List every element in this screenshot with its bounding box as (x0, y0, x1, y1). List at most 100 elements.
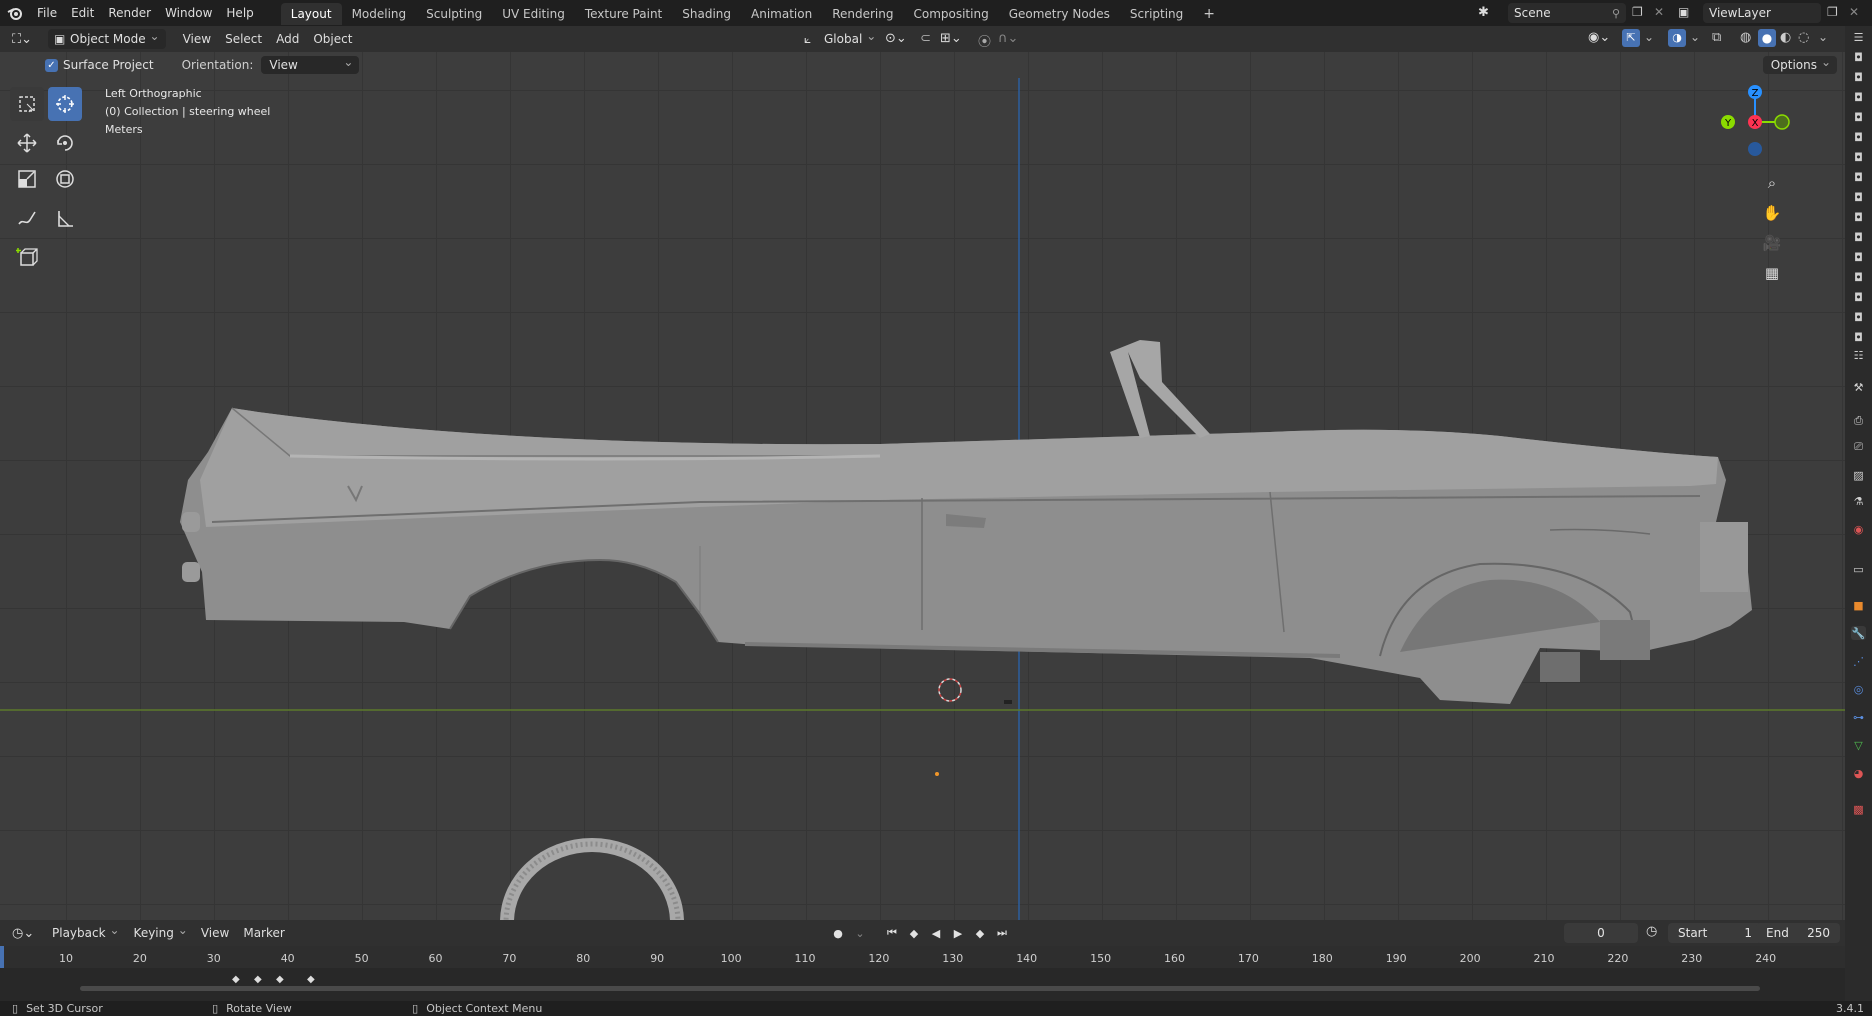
mode-dropdown[interactable]: ▣ Object Mode (48, 26, 166, 49)
frame-ruler[interactable] (0, 946, 1845, 968)
jump-start-icon[interactable]: ⏮ (882, 923, 902, 943)
editor-type-icon[interactable]: ⛶⌄ (12, 32, 40, 47)
object-tab-icon[interactable]: ■ (1851, 598, 1866, 612)
add-workspace-button[interactable]: + (1193, 3, 1225, 25)
pan-hand-icon[interactable]: ✋ (1759, 200, 1785, 226)
tab-rendering[interactable]: Rendering (822, 3, 903, 25)
menu-object[interactable]: Object (306, 29, 359, 49)
gizmo-dropdown-icon[interactable]: ⌄ (1644, 30, 1654, 44)
overlays-toggle-icon[interactable]: ◑ (1668, 29, 1686, 47)
rendered-shading-icon[interactable]: ◌ (1798, 30, 1809, 45)
modifier-tab-icon[interactable]: 🔧 (1851, 626, 1866, 640)
keyframe-diamond[interactable]: ◆ (276, 974, 284, 985)
keyframe-diamond[interactable]: ◆ (307, 974, 315, 985)
remove-scene-icon[interactable]: ✕ (1654, 5, 1664, 19)
visibility-icon[interactable]: ◉⌄ (1588, 30, 1610, 45)
menu-file[interactable]: File (30, 0, 64, 26)
material-tab-icon[interactable]: ◕ (1851, 766, 1866, 780)
menu-view[interactable]: View (176, 29, 218, 49)
menu-select[interactable]: Select (218, 29, 269, 49)
prev-keyframe-icon[interactable]: ◆ (904, 923, 924, 943)
view-layer-icon[interactable]: ▣ (1678, 5, 1689, 19)
menu-render[interactable]: Render (101, 0, 158, 26)
tab-texture-paint[interactable]: Texture Paint (575, 3, 672, 25)
playback-menu[interactable]: Playback (44, 920, 126, 943)
end-frame-field[interactable]: End 250 (1756, 923, 1840, 943)
timeline-editor-icon[interactable]: ◷⌄ (12, 926, 40, 941)
proportional-edit-icon[interactable]: ⦿ (978, 31, 991, 50)
pivot-point-icon[interactable]: ⊙⌄ (885, 31, 907, 46)
physics-tab-icon[interactable]: ◎ (1851, 682, 1866, 696)
tire-model[interactable] (500, 838, 684, 920)
tab-modeling[interactable]: Modeling (342, 3, 417, 25)
scene-tab-icon[interactable]: ⚗ (1851, 494, 1866, 508)
keying-set-dropdown-icon[interactable]: ⌄ (850, 923, 870, 943)
tab-shading[interactable]: Shading (672, 3, 741, 25)
material-shading-icon[interactable]: ◐ (1780, 30, 1791, 45)
menu-window[interactable]: Window (158, 0, 219, 26)
properties-toggle-icon[interactable]: ☷ (1851, 348, 1866, 362)
tab-uv-editing[interactable]: UV Editing (492, 3, 575, 25)
keyframe-diamond[interactable]: ◆ (232, 974, 240, 985)
preview-range-icon[interactable]: ◷ (1646, 924, 1657, 939)
tab-scripting[interactable]: Scripting (1120, 3, 1193, 25)
blender-logo-icon[interactable] (0, 0, 30, 26)
pin-icon[interactable]: ⚲ (1612, 7, 1620, 20)
transform-orientation-dropdown[interactable]: ⟀ Global (800, 26, 882, 49)
camera-icon[interactable]: ◘ (1851, 250, 1866, 264)
car-model[interactable] (180, 340, 1752, 704)
view-layer-tab-icon[interactable]: ▨ (1851, 468, 1866, 482)
menu-help[interactable]: Help (219, 0, 260, 26)
zoom-icon[interactable]: ⌕ (1759, 170, 1785, 196)
texture-tab-icon[interactable]: ▩ (1851, 802, 1866, 816)
world-tab-icon[interactable]: ◉ (1851, 522, 1866, 536)
falloff-icon[interactable]: ∩⌄ (998, 31, 1018, 46)
tab-animation[interactable]: Animation (741, 3, 822, 25)
play-icon[interactable]: ▶ (948, 923, 968, 943)
snap-icon[interactable]: ⊂ (920, 31, 931, 46)
output-tab-icon[interactable]: ⎚ (1851, 440, 1866, 454)
keyframe-diamond[interactable]: ◆ (254, 974, 262, 985)
overlays-dropdown-icon[interactable]: ⌄ (1690, 30, 1700, 44)
camera-icon[interactable]: ◘ (1851, 150, 1866, 164)
outliner-icon[interactable]: ☰ (1851, 30, 1866, 44)
camera-icon[interactable]: ◘ (1851, 50, 1866, 64)
camera-icon[interactable]: ◘ (1851, 110, 1866, 124)
3d-cursor[interactable] (938, 678, 962, 702)
solid-shading-icon[interactable]: ● (1758, 29, 1776, 47)
new-view-layer-icon[interactable]: ❐ (1827, 5, 1838, 19)
start-frame-field[interactable]: Start 1 (1668, 923, 1762, 943)
camera-icon[interactable]: ◘ (1851, 310, 1866, 324)
tool-tab-icon[interactable]: ⚒ (1851, 380, 1866, 394)
wireframe-shading-icon[interactable]: ◍ (1740, 30, 1751, 45)
keying-menu[interactable]: Keying (126, 920, 194, 943)
shading-dropdown-icon[interactable]: ⌄ (1818, 30, 1828, 44)
xray-toggle-icon[interactable]: ⧉ (1712, 30, 1721, 45)
camera-icon[interactable]: ◘ (1851, 210, 1866, 224)
camera-icon[interactable]: ◘ (1851, 170, 1866, 184)
constraints-tab-icon[interactable]: ⊶ (1851, 710, 1866, 724)
particles-tab-icon[interactable]: ⋰ (1851, 654, 1866, 668)
jump-end-icon[interactable]: ⏭ (992, 923, 1012, 943)
collection-tab-icon[interactable]: ▭ (1851, 562, 1866, 576)
tab-compositing[interactable]: Compositing (903, 3, 998, 25)
camera-icon[interactable]: ◘ (1851, 70, 1866, 84)
camera-icon[interactable]: ◘ (1851, 270, 1866, 284)
view-layer-selector[interactable]: ViewLayer (1703, 3, 1821, 23)
tab-layout[interactable]: Layout (280, 3, 342, 25)
camera-icon[interactable]: ◘ (1851, 90, 1866, 104)
next-keyframe-icon[interactable]: ◆ (970, 923, 990, 943)
play-reverse-icon[interactable]: ◀ (926, 923, 946, 943)
menu-edit[interactable]: Edit (64, 0, 101, 26)
timeline-scrollbar[interactable] (80, 986, 1760, 991)
render-tab-icon[interactable]: ⎙ (1851, 414, 1866, 428)
3d-viewport[interactable]: ✓ Surface Project Orientation: View Opti… (0, 52, 1845, 920)
camera-icon[interactable]: ◘ (1851, 330, 1866, 344)
camera-icon[interactable]: ◘ (1851, 290, 1866, 304)
scene-selector[interactable]: Scene ⚲ (1508, 3, 1626, 23)
timeline-area[interactable]: 10 20 30 40 50 60 70 80 90 100 110 120 130 140 150 160 1… (0, 946, 1845, 1001)
tab-geometry-nodes[interactable]: Geometry Nodes (999, 3, 1120, 25)
tab-sculpting[interactable]: Sculpting (416, 3, 492, 25)
remove-view-layer-icon[interactable]: ✕ (1849, 5, 1859, 19)
playhead[interactable] (0, 946, 4, 968)
